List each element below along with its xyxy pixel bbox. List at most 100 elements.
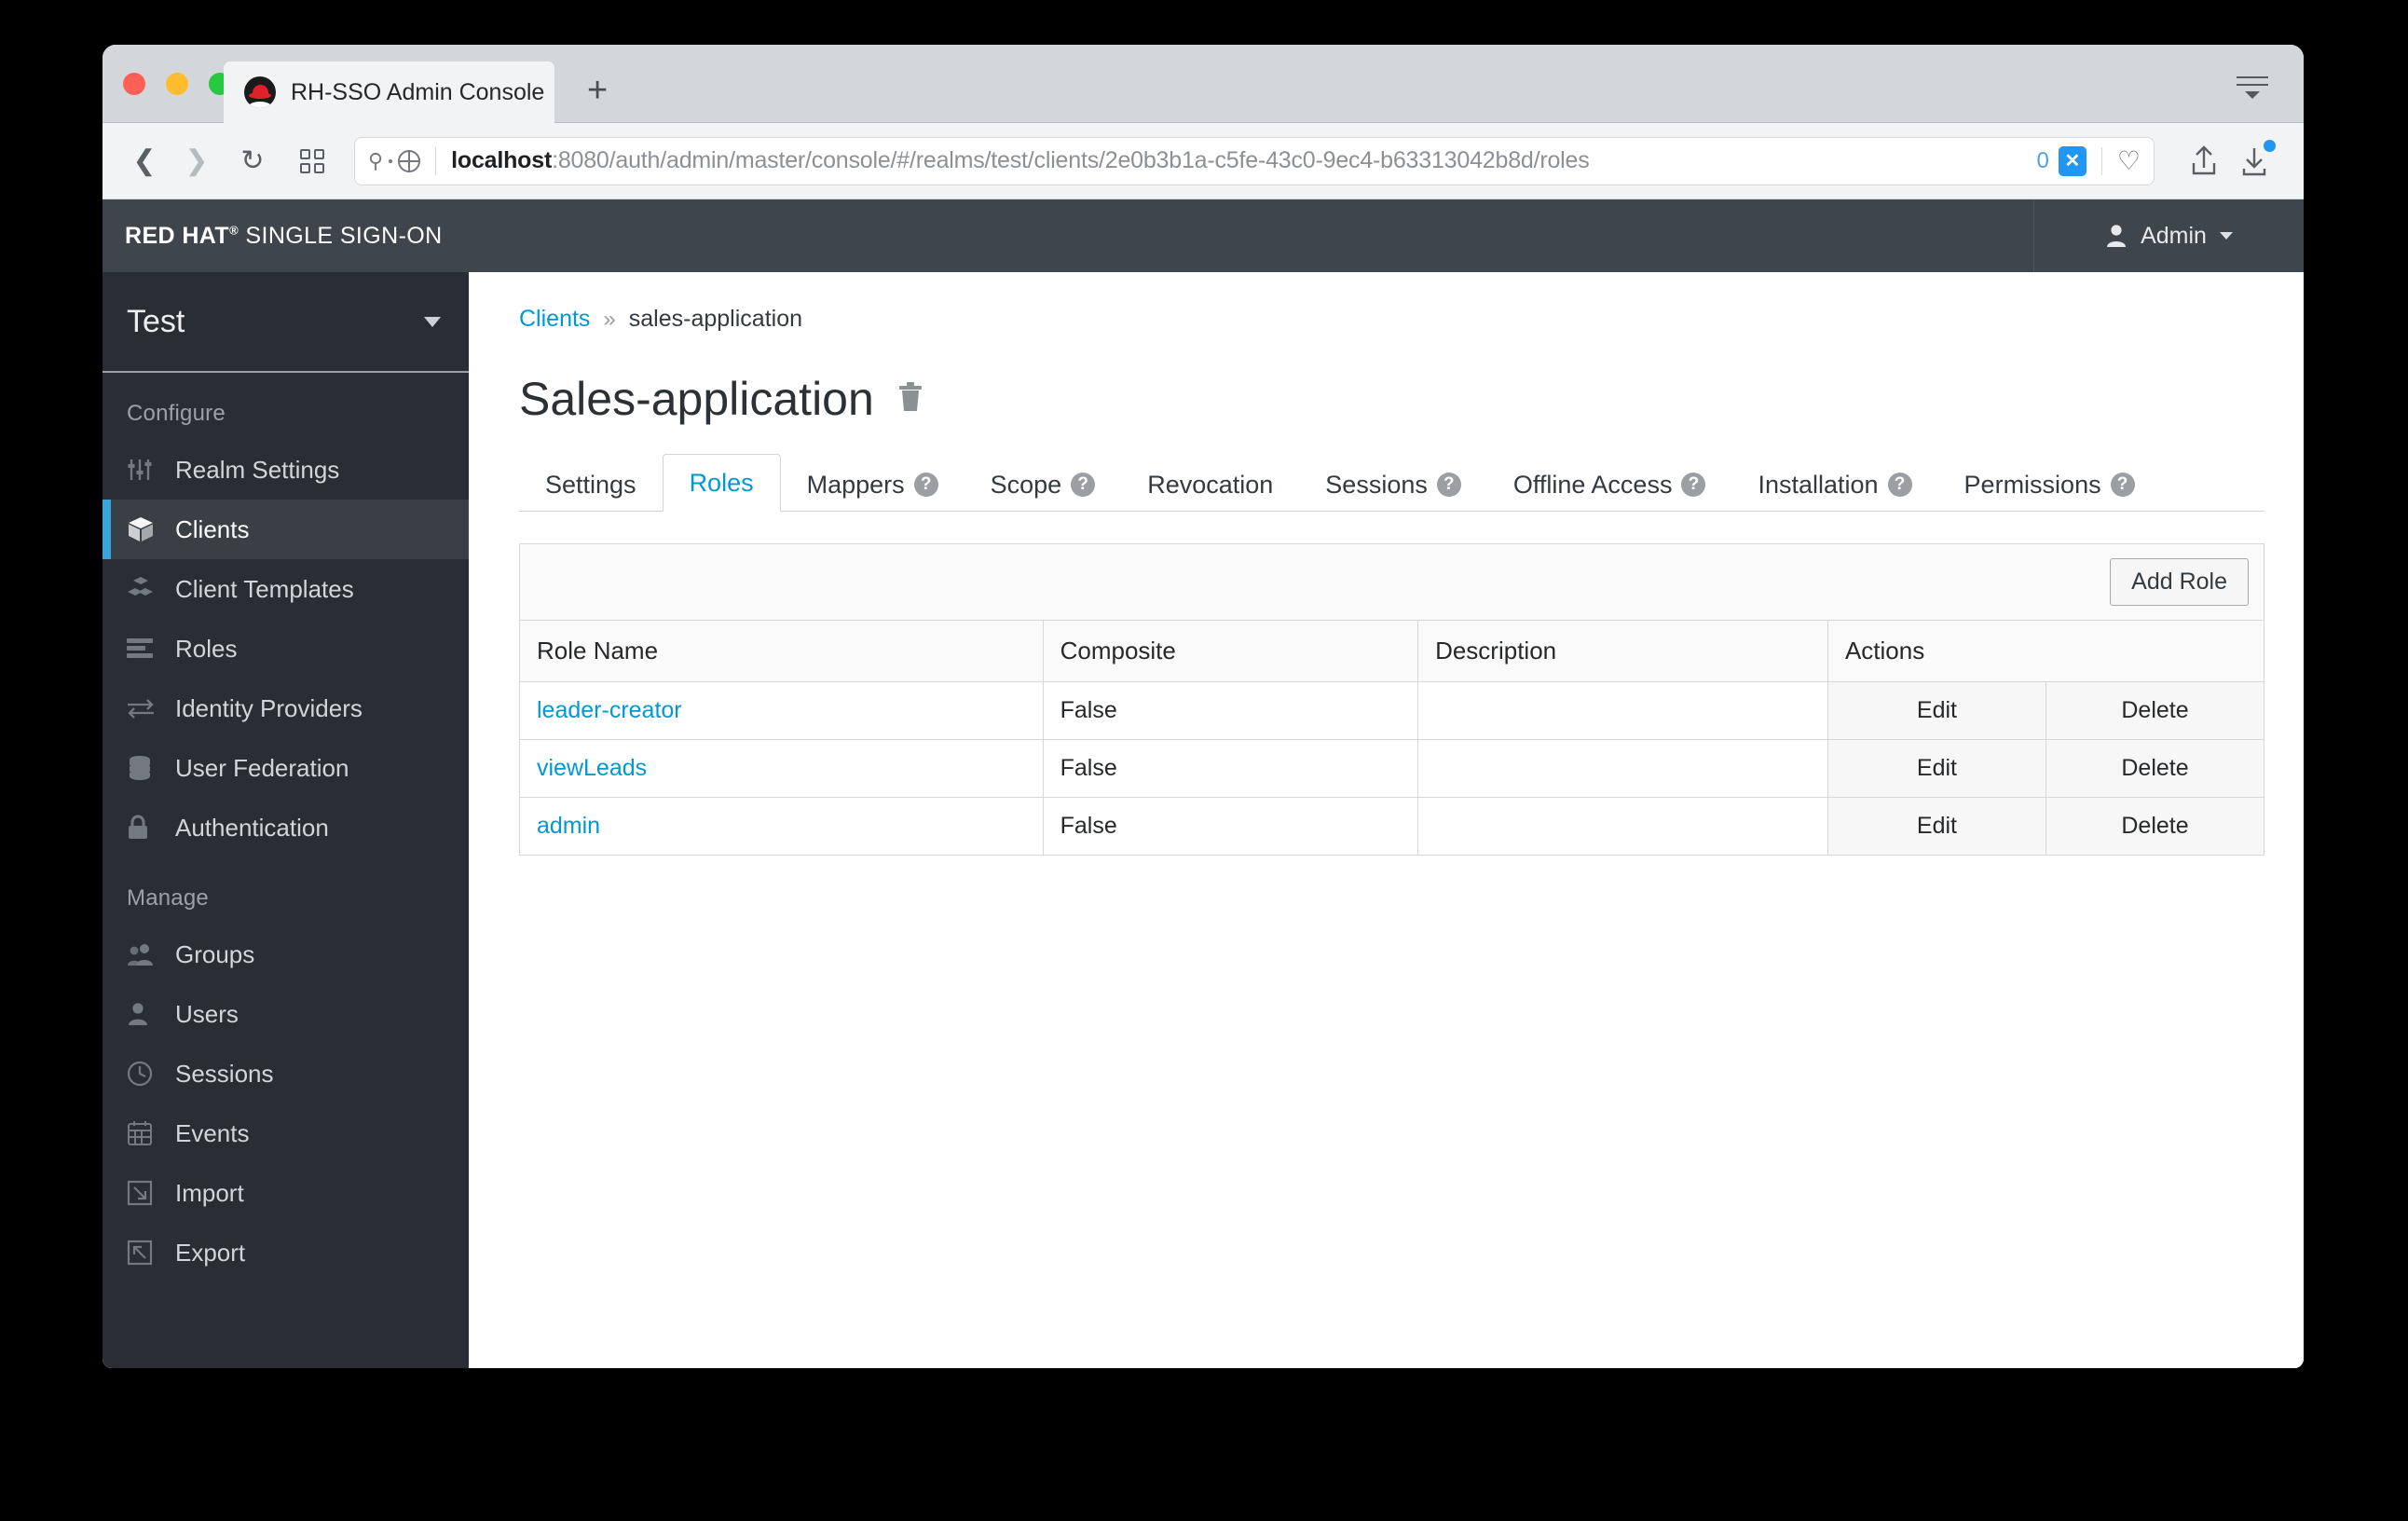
address-bar-right-controls: 0 ✕ ♡: [2036, 145, 2141, 176]
role-link[interactable]: leader-creator: [537, 697, 682, 723]
cell-composite: False: [1042, 797, 1419, 856]
sidebar-item-users[interactable]: Users: [103, 984, 469, 1044]
tab-list-menu-icon[interactable]: [2237, 76, 2268, 101]
browser-tab[interactable]: RH-SSO Admin Console: [224, 62, 554, 123]
page-content: RED HAT® SINGLE SIGN-ON Admin Test Confi…: [103, 199, 2304, 1368]
column-header-role-name: Role Name: [519, 620, 1044, 682]
share-icon[interactable]: [2179, 136, 2229, 186]
sidebar-item-import[interactable]: Import: [103, 1163, 469, 1223]
breadcrumb-link-clients[interactable]: Clients: [519, 306, 590, 333]
roles-panel: Add Role Role Name Composite Description…: [519, 543, 2265, 856]
nav-group-title-configure: Configure: [127, 401, 226, 426]
sidebar-item-label: Roles: [175, 634, 238, 663]
breadcrumb-current: sales-application: [628, 306, 802, 332]
export-icon: [127, 1240, 175, 1266]
realm-selector[interactable]: Test: [103, 272, 469, 373]
role-link[interactable]: admin: [537, 813, 600, 839]
show-tab-overview-icon[interactable]: [291, 140, 334, 183]
tab-label: Mappers: [806, 470, 905, 499]
help-icon[interactable]: ?: [913, 473, 938, 497]
sidebar-item-events[interactable]: Events: [103, 1103, 469, 1163]
user-menu[interactable]: Admin: [2033, 199, 2304, 272]
cubes-icon: [127, 576, 175, 602]
add-role-button[interactable]: Add Role: [2110, 558, 2249, 606]
edit-button[interactable]: Edit: [1827, 739, 2046, 798]
browser-tab-title: RH-SSO Admin Console: [291, 78, 545, 105]
content-blocker-badge[interactable]: ✕: [2058, 145, 2086, 176]
column-header-description: Description: [1417, 620, 1828, 682]
chevron-down-icon: [424, 316, 441, 327]
edit-button[interactable]: Edit: [1827, 681, 2046, 740]
help-icon[interactable]: ?: [1071, 473, 1096, 497]
browser-toolbar: ❮ ❯ ↻ ⚲ localhost:8080/auth/admin/master…: [103, 123, 2304, 199]
tab-label: Settings: [545, 470, 636, 499]
back-icon[interactable]: ❮: [123, 140, 166, 183]
tab-installation[interactable]: Installation ?: [1731, 459, 1937, 511]
help-icon[interactable]: ?: [1436, 473, 1461, 497]
clock-icon: [127, 1061, 175, 1087]
sidebar-item-groups[interactable]: Groups: [103, 925, 469, 984]
tab-mappers[interactable]: Mappers ?: [781, 459, 965, 511]
sidebar-item-user-federation[interactable]: User Federation: [103, 738, 469, 798]
help-icon[interactable]: ?: [2110, 473, 2135, 497]
sidebar-item-label: Clients: [175, 514, 250, 543]
sidebar-item-sessions[interactable]: Sessions: [103, 1044, 469, 1103]
role-link[interactable]: viewLeads: [537, 755, 647, 781]
url-text: localhost:8080/auth/admin/master/console…: [451, 147, 1590, 174]
tab-label: Scope: [990, 470, 1062, 499]
nav-group-title-manage: Manage: [127, 885, 209, 911]
tab-permissions[interactable]: Permissions ?: [1938, 459, 2161, 511]
tracker-count: 0: [2036, 147, 2049, 173]
brand-bold: RED HAT: [125, 222, 230, 249]
tab-label: Permissions: [1963, 470, 2101, 499]
edit-button[interactable]: Edit: [1827, 797, 2046, 856]
separator-dot-icon: [389, 158, 393, 163]
cell-role-name: admin: [519, 797, 1044, 856]
favorite-heart-icon[interactable]: ♡: [2117, 147, 2141, 174]
address-bar[interactable]: ⚲ localhost:8080/auth/admin/master/conso…: [354, 136, 2155, 185]
downloads-icon[interactable]: [2229, 136, 2279, 186]
sidebar-item-label: User Federation: [175, 753, 349, 782]
help-icon[interactable]: ?: [1681, 473, 1706, 497]
delete-button[interactable]: Delete: [2045, 797, 2265, 856]
sidebar-item-realm-settings[interactable]: Realm Settings: [103, 440, 469, 500]
sidebar-item-label: Export: [175, 1238, 246, 1267]
redhat-fedora-icon: [244, 76, 276, 108]
tab-roles[interactable]: Roles: [662, 454, 781, 512]
user-icon: [2107, 225, 2127, 247]
column-header-actions: Actions: [1827, 620, 2265, 682]
close-window-button[interactable]: [123, 73, 145, 95]
sidebar-item-roles[interactable]: Roles: [103, 619, 469, 678]
sidebar-item-identity-providers[interactable]: Identity Providers: [103, 678, 469, 738]
reload-icon[interactable]: ↻: [231, 140, 274, 183]
tab-scope[interactable]: Scope ?: [965, 459, 1122, 511]
forward-icon[interactable]: ❯: [175, 140, 218, 183]
client-tabs: Settings Roles Mappers ? Scope ? Revocat: [519, 454, 2264, 512]
sidebar-item-clients[interactable]: Clients: [103, 500, 469, 559]
tab-offline-access[interactable]: Offline Access ?: [1487, 459, 1732, 511]
tab-revocation[interactable]: Revocation: [1121, 459, 1299, 511]
tab-label: Roles: [689, 468, 754, 497]
help-icon[interactable]: ?: [1887, 473, 1912, 497]
page-title: Sales-application: [519, 373, 874, 425]
sidebar-item-client-templates[interactable]: Client Templates: [103, 559, 469, 619]
tab-settings[interactable]: Settings: [519, 459, 663, 511]
cell-role-name: leader-creator: [519, 681, 1044, 740]
sidebar-item-label: Users: [175, 999, 239, 1028]
minimize-window-button[interactable]: [166, 73, 188, 95]
trash-icon[interactable]: [896, 381, 924, 418]
cell-description: [1417, 739, 1828, 798]
delete-button[interactable]: Delete: [2045, 739, 2265, 798]
cell-description: [1417, 797, 1828, 856]
sliders-icon: [127, 458, 175, 482]
sidebar-item-authentication[interactable]: Authentication: [103, 798, 469, 857]
sidebar-item-label: Groups: [175, 939, 255, 968]
database-icon: [127, 755, 175, 781]
main-content: Clients » sales-application Sales-applic…: [469, 272, 2304, 1368]
sidebar-item-export[interactable]: Export: [103, 1223, 469, 1282]
sidebar-item-label: Authentication: [175, 813, 329, 842]
tab-sessions[interactable]: Sessions ?: [1299, 459, 1487, 511]
delete-button[interactable]: Delete: [2045, 681, 2265, 740]
app-brand-logo: RED HAT® SINGLE SIGN-ON: [125, 223, 443, 250]
new-tab-button[interactable]: +: [587, 73, 608, 108]
